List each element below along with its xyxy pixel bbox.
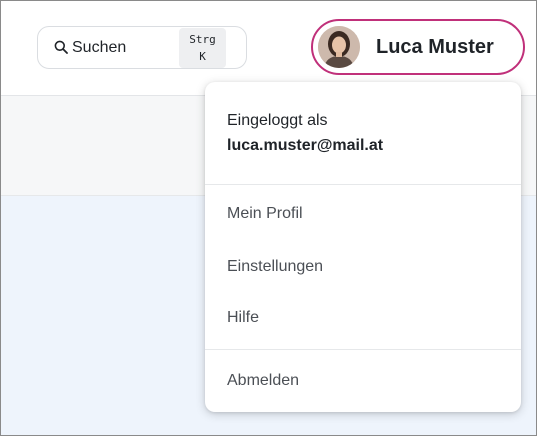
avatar-portrait-icon — [318, 26, 360, 68]
menu-item-logout[interactable]: Abmelden — [205, 358, 521, 406]
keyboard-shortcut-hint: Strg K — [179, 28, 226, 68]
menu-item-label: Abmelden — [227, 372, 300, 389]
search-button[interactable]: Suchen Strg K — [37, 26, 247, 69]
shortcut-key-k: K — [199, 50, 206, 63]
user-email: luca.muster@mail.at — [227, 137, 384, 154]
logged-in-label: Eingeloggt als — [227, 112, 328, 129]
menu-item-help[interactable]: Hilfe — [205, 295, 521, 343]
user-menu-button[interactable]: Luca Muster — [311, 19, 525, 75]
menu-item-label: Mein Profil — [227, 205, 303, 222]
account-info: Eingeloggt als luca.muster@mail.at — [205, 82, 521, 185]
shortcut-key-strg: Strg — [189, 33, 216, 46]
search-label: Suchen — [72, 39, 127, 56]
app-window: Suchen Strg K Luca Muster Eingeloggt als… — [0, 0, 537, 436]
menu-divider — [205, 349, 521, 350]
menu-item-profile[interactable]: Mein Profil — [205, 191, 521, 239]
menu-item-label: Einstellungen — [227, 258, 324, 275]
user-name: Luca Muster — [376, 36, 494, 58]
menu-item-settings[interactable]: Einstellungen — [205, 244, 521, 292]
user-dropdown-menu: Eingeloggt als luca.muster@mail.at Mein … — [205, 82, 521, 412]
avatar — [318, 26, 360, 68]
menu-item-label: Hilfe — [227, 309, 260, 326]
search-icon — [54, 40, 68, 54]
